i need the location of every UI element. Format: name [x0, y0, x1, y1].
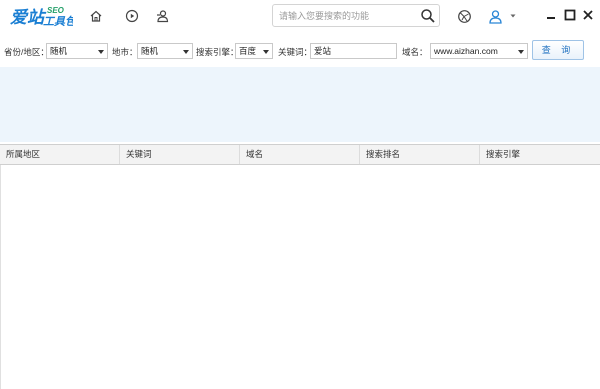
app-logo: 爱站 工具包 SEO	[9, 4, 77, 28]
city-label: 地市：	[112, 47, 138, 57]
chevron-down-icon	[518, 50, 524, 54]
city-select[interactable]: 随机	[137, 43, 193, 59]
dropdown-arrow-icon[interactable]	[508, 7, 518, 25]
column-header-region[interactable]: 所属地区	[0, 145, 120, 164]
play-circle-icon[interactable]	[123, 7, 141, 25]
title-bar: 爱站 工具包 SEO	[0, 0, 600, 32]
home-icon[interactable]	[87, 7, 105, 25]
network-icon[interactable]	[455, 7, 473, 25]
user-location-icon[interactable]	[153, 7, 171, 25]
search-icon[interactable]	[420, 8, 436, 24]
column-header-keyword[interactable]: 关键词	[120, 145, 240, 164]
search-box	[272, 4, 440, 27]
minimize-icon[interactable]	[544, 8, 558, 22]
keyword-label: 关键词：	[278, 47, 313, 57]
table-header: 所属地区 关键词 域名 搜索排名 搜索引擎	[0, 144, 600, 165]
banner-area	[0, 67, 600, 142]
province-value: 随机	[50, 46, 68, 56]
svg-text:爱站: 爱站	[10, 8, 47, 27]
city-value: 随机	[141, 46, 159, 56]
engine-value: 百度	[239, 46, 257, 56]
province-select[interactable]: 随机	[46, 43, 108, 59]
chevron-down-icon	[98, 50, 104, 54]
close-icon[interactable]	[581, 8, 595, 22]
engine-select[interactable]: 百度	[235, 43, 273, 59]
column-header-engine[interactable]: 搜索引擎	[480, 145, 600, 164]
column-header-rank[interactable]: 搜索排名	[360, 145, 480, 164]
search-input[interactable]	[279, 9, 419, 23]
maximize-icon[interactable]	[563, 8, 577, 22]
domain-label: 域名：	[402, 47, 428, 57]
province-label: 省份/地区：	[4, 47, 49, 57]
keyword-input[interactable]: 爱站	[310, 43, 397, 59]
svg-text:工具包: 工具包	[43, 15, 73, 28]
chevron-down-icon	[183, 50, 189, 54]
engine-label: 搜索引擎：	[196, 47, 239, 57]
column-header-domain[interactable]: 域名	[240, 145, 360, 164]
user-icon[interactable]	[486, 7, 504, 25]
chevron-down-icon	[263, 50, 269, 54]
query-button[interactable]: 查 询	[532, 40, 584, 60]
domain-value: www.aizhan.com	[434, 46, 498, 56]
domain-select[interactable]: www.aizhan.com	[430, 43, 528, 59]
svg-text:SEO: SEO	[47, 6, 65, 15]
table-body	[0, 165, 600, 389]
keyword-value: 爱站	[314, 46, 332, 56]
